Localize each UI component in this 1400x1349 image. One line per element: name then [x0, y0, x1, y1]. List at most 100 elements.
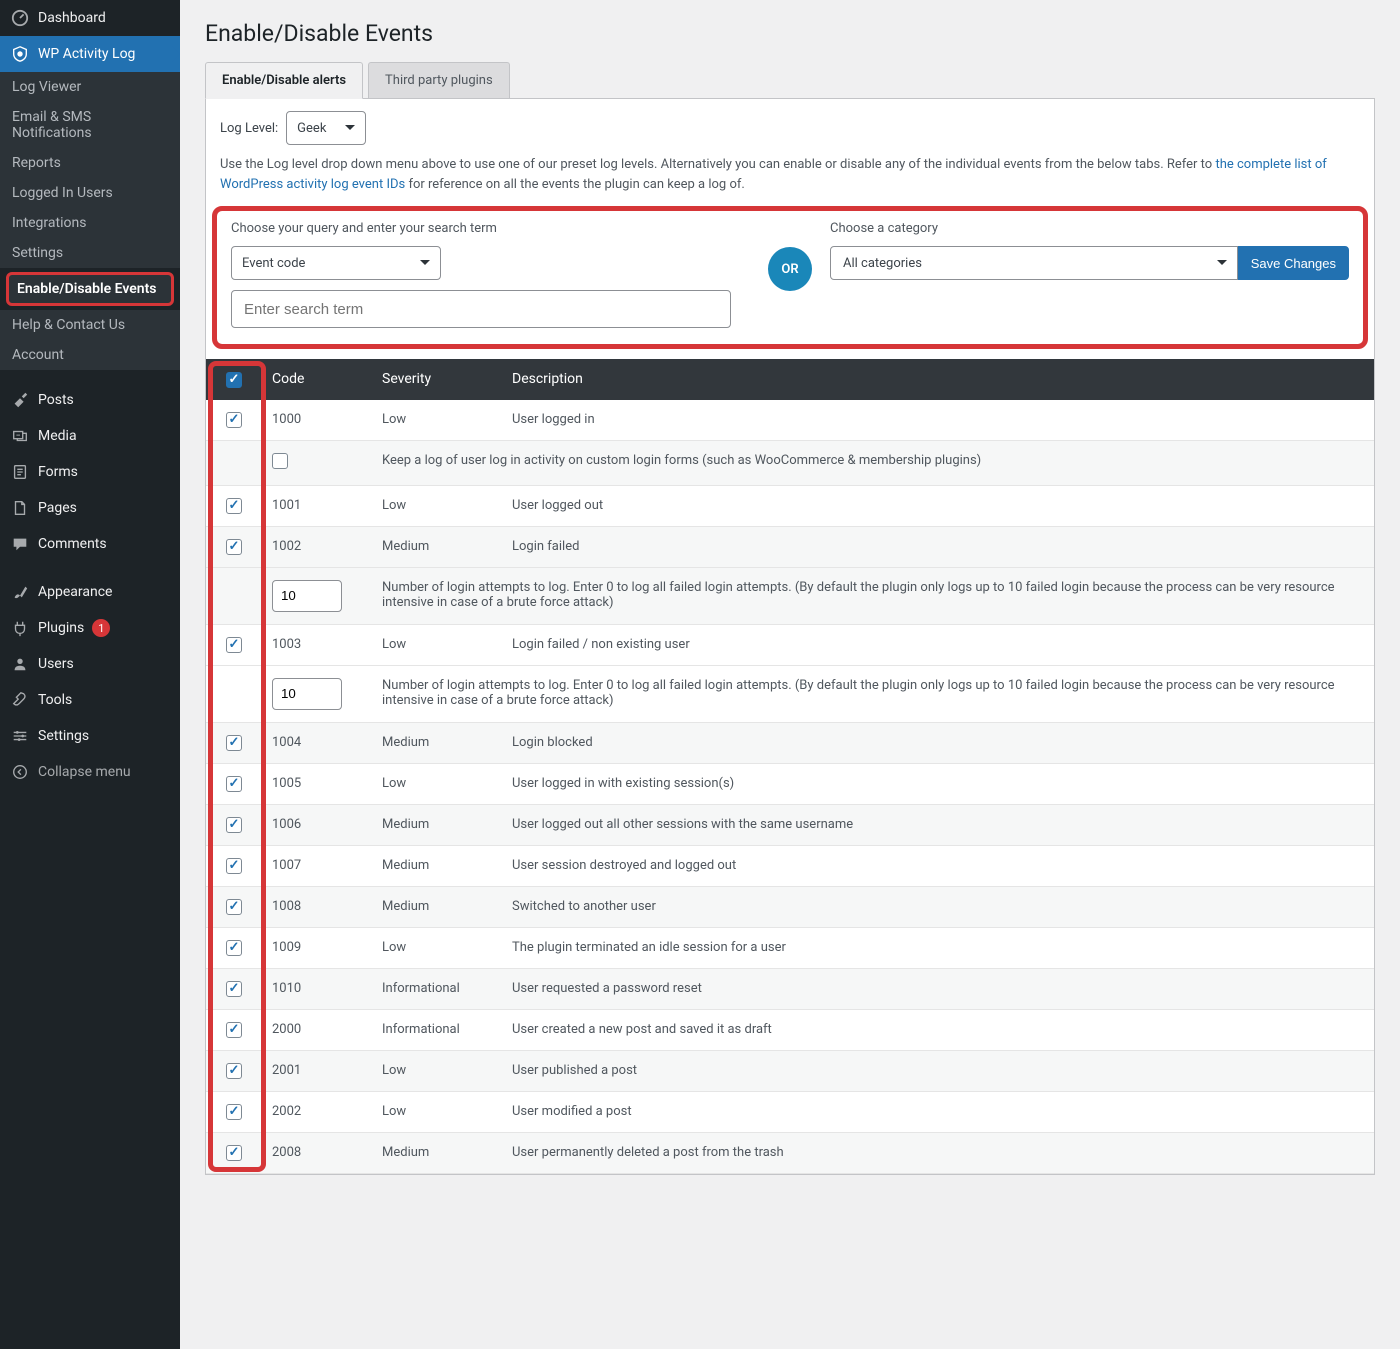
category-select[interactable]: All categories — [830, 246, 1238, 280]
event-checkbox[interactable] — [226, 1022, 242, 1038]
table-row: 2002LowUser modified a post — [206, 1091, 1374, 1132]
sidebar-item-dashboard[interactable]: Dashboard — [0, 0, 180, 36]
table-row: 1001LowUser logged out — [206, 485, 1374, 526]
event-code: 1007 — [262, 845, 372, 886]
event-description: User logged in with existing session(s) — [502, 763, 1374, 804]
sidebar-item-settings[interactable]: Settings — [0, 718, 180, 754]
sidebar-item-plugins[interactable]: Plugins 1 — [0, 610, 180, 646]
filter-box: Choose your query and enter your search … — [212, 206, 1368, 349]
event-checkbox[interactable] — [226, 1063, 242, 1079]
event-checkbox[interactable] — [226, 858, 242, 874]
event-checkbox[interactable] — [226, 735, 242, 751]
media-icon — [10, 426, 30, 446]
event-description: Login failed / non existing user — [502, 624, 1374, 665]
shield-icon — [10, 44, 30, 64]
log-level-label: Log Level: — [220, 121, 278, 136]
sidebar-sub-logged-in-users[interactable]: Logged In Users — [0, 178, 180, 208]
sidebar-item-forms[interactable]: Forms — [0, 454, 180, 490]
event-description: User session destroyed and logged out — [502, 845, 1374, 886]
event-checkbox[interactable] — [226, 776, 242, 792]
sidebar-sub-enable-disable-events[interactable]: Enable/Disable Events — [6, 272, 174, 306]
tab-enable-disable-alerts[interactable]: Enable/Disable alerts — [205, 62, 363, 99]
sidebar-item-users[interactable]: Users — [0, 646, 180, 682]
plug-icon — [10, 618, 30, 638]
sidebar-collapse[interactable]: Collapse menu — [0, 754, 180, 790]
table-row: 1000LowUser logged in — [206, 400, 1374, 441]
category-value: All categories — [843, 256, 922, 271]
event-description: User logged out — [502, 485, 1374, 526]
event-checkbox[interactable] — [226, 1104, 242, 1120]
event-description: User modified a post — [502, 1091, 1374, 1132]
attempts-input[interactable] — [272, 678, 342, 710]
event-code: 2008 — [262, 1132, 372, 1173]
event-checkbox[interactable] — [226, 1145, 242, 1161]
event-checkbox[interactable] — [226, 412, 242, 428]
sidebar-label: Tools — [38, 692, 72, 708]
sidebar-item-media[interactable]: Media — [0, 418, 180, 454]
event-checkbox[interactable] — [226, 539, 242, 555]
sidebar-label: Appearance — [38, 584, 112, 600]
event-checkbox[interactable] — [226, 940, 242, 956]
table-row: 1002MediumLogin failed — [206, 526, 1374, 567]
event-checkbox[interactable] — [226, 899, 242, 915]
search-input[interactable] — [231, 290, 731, 328]
event-severity: Low — [372, 400, 502, 441]
event-severity: Informational — [372, 1009, 502, 1050]
event-severity: Informational — [372, 968, 502, 1009]
event-checkbox[interactable] — [226, 637, 242, 653]
sidebar-label: Forms — [38, 464, 78, 480]
tab-bar: Enable/Disable alerts Third party plugin… — [205, 62, 1375, 99]
query-type-value: Event code — [242, 256, 305, 271]
sidebar-item-wp-activity-log[interactable]: WP Activity Log — [0, 36, 180, 72]
event-checkbox[interactable] — [226, 817, 242, 833]
select-all-checkbox[interactable] — [226, 372, 242, 388]
event-description: Login failed — [502, 526, 1374, 567]
event-severity: Medium — [372, 1132, 502, 1173]
wrench-icon — [10, 690, 30, 710]
sidebar-sub-reports[interactable]: Reports — [0, 148, 180, 178]
event-severity: Low — [372, 927, 502, 968]
sidebar-item-tools[interactable]: Tools — [0, 682, 180, 718]
query-type-select[interactable]: Event code — [231, 246, 441, 280]
th-description[interactable]: Description — [502, 359, 1374, 400]
tab-third-party-plugins[interactable]: Third party plugins — [368, 62, 510, 98]
sidebar-item-comments[interactable]: Comments — [0, 526, 180, 562]
attempts-input[interactable] — [272, 580, 342, 612]
sidebar-sub-help[interactable]: Help & Contact Us — [0, 310, 180, 340]
event-description: User logged in — [502, 400, 1374, 441]
sidebar-sub-account[interactable]: Account — [0, 340, 180, 370]
sidebar-sub-email-sms[interactable]: Email & SMS Notifications — [0, 102, 180, 148]
admin-sidebar: Dashboard WP Activity Log Log Viewer Ema… — [0, 0, 180, 1349]
th-severity[interactable]: Severity — [372, 359, 502, 400]
sidebar-item-appearance[interactable]: Appearance — [0, 574, 180, 610]
event-severity: Medium — [372, 886, 502, 927]
th-code[interactable]: Code — [262, 359, 372, 400]
save-changes-button[interactable]: Save Changes — [1238, 246, 1349, 280]
category-label: Choose a category — [830, 221, 1349, 236]
event-checkbox[interactable] — [226, 498, 242, 514]
table-row: 1010InformationalUser requested a passwo… — [206, 968, 1374, 1009]
sidebar-label: Comments — [38, 536, 107, 552]
sidebar-label: Dashboard — [38, 10, 106, 26]
event-checkbox[interactable] — [226, 981, 242, 997]
attempts-description: Number of login attempts to log. Enter 0… — [372, 665, 1374, 722]
query-label: Choose your query and enter your search … — [231, 221, 750, 236]
event-checkbox[interactable] — [272, 453, 288, 469]
comment-icon — [10, 534, 30, 554]
event-severity: Medium — [372, 845, 502, 886]
sidebar-sub-integrations[interactable]: Integrations — [0, 208, 180, 238]
table-row: 1004MediumLogin blocked — [206, 722, 1374, 763]
event-code: 1001 — [262, 485, 372, 526]
sidebar-item-pages[interactable]: Pages — [0, 490, 180, 526]
sidebar-label: Collapse menu — [38, 764, 131, 780]
sidebar-sub-settings[interactable]: Settings — [0, 238, 180, 268]
event-code: 1010 — [262, 968, 372, 1009]
log-level-select[interactable]: Geek — [286, 111, 366, 145]
event-severity: Medium — [372, 526, 502, 567]
table-row: Number of login attempts to log. Enter 0… — [206, 665, 1374, 722]
forms-icon — [10, 462, 30, 482]
page-icon — [10, 498, 30, 518]
table-row: 1003LowLogin failed / non existing user — [206, 624, 1374, 665]
sidebar-sub-log-viewer[interactable]: Log Viewer — [0, 72, 180, 102]
sidebar-item-posts[interactable]: Posts — [0, 382, 180, 418]
